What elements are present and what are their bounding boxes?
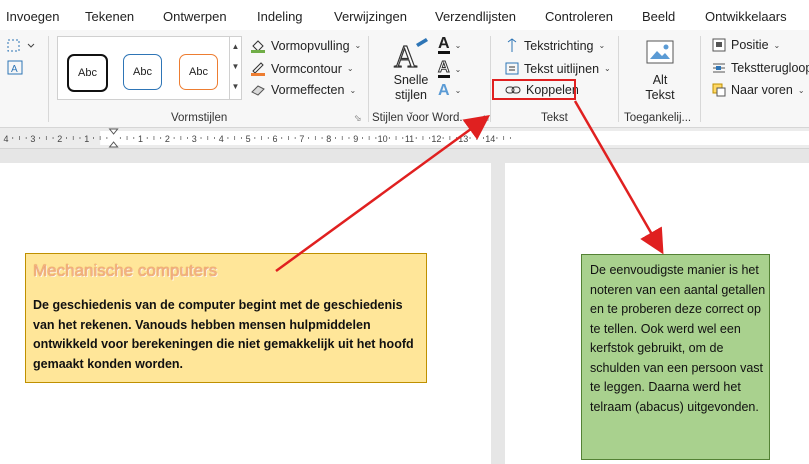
arrow-to-linked-box	[573, 100, 664, 255]
arrow-to-link-button	[275, 115, 491, 273]
annotation-arrows	[275, 100, 664, 273]
